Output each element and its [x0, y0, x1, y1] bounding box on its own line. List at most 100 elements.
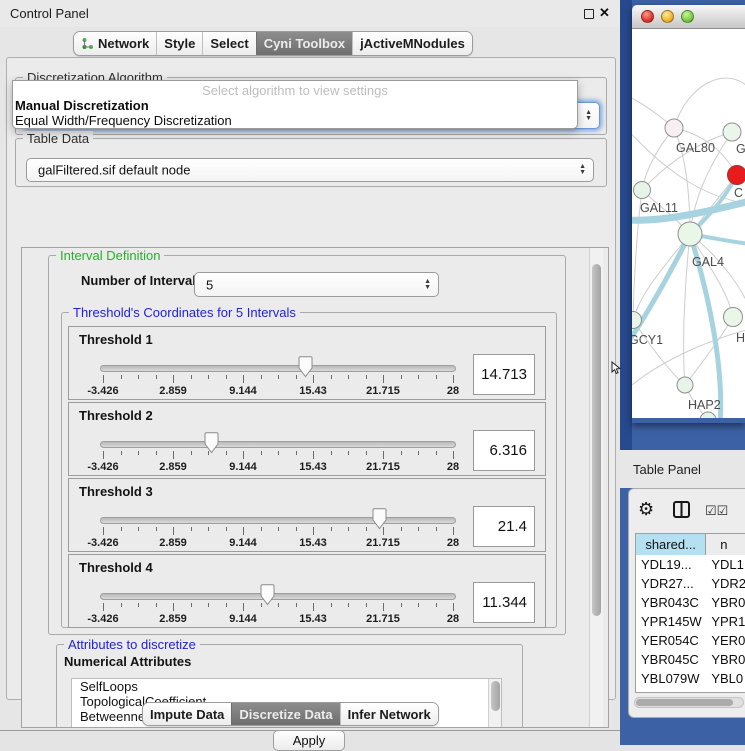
slider-thumb[interactable]	[297, 356, 314, 378]
vscroll-thumb[interactable]	[491, 681, 500, 711]
table-header-row[interactable]: shared... n	[636, 534, 745, 555]
slider-track[interactable]	[100, 441, 456, 448]
network-node-GAL4[interactable]	[678, 222, 702, 246]
tab-network-label: Network	[98, 36, 149, 51]
column-header-shared-name[interactable]: shared...	[636, 534, 706, 555]
slider-thumb[interactable]	[203, 432, 220, 454]
cell-shared-name[interactable]: YBR045C	[636, 650, 706, 669]
cell-shared-name[interactable]: YBL079W	[636, 669, 706, 688]
cell-name[interactable]: YBL0	[706, 669, 745, 688]
threshold-value-field[interactable]: 21.4	[473, 506, 535, 547]
network-node-GAL80[interactable]	[665, 119, 683, 137]
network-node-GA[interactable]	[723, 123, 741, 141]
table-row[interactable]: YBR043CYBR0	[636, 593, 745, 612]
interval-definition-group: Interval Definition Number of Intervals …	[48, 255, 566, 635]
minimize-traffic-icon[interactable]	[661, 10, 674, 23]
apply-button[interactable]: Apply	[273, 730, 345, 751]
cell-shared-name[interactable]: YBR043C	[636, 593, 706, 612]
table-row[interactable]: YBL079WYBL0	[636, 669, 745, 688]
vscroll-thumb[interactable]	[592, 264, 601, 616]
bottom-tabstrip: Impute Data Discretize Data Infer Networ…	[142, 702, 439, 726]
slider-thumb[interactable]	[371, 508, 388, 530]
number-of-intervals-value: 5	[206, 277, 213, 292]
tab-jactivemnodules[interactable]: jActiveMNodules	[352, 32, 472, 55]
popup-option-equal-width-frequency[interactable]: Equal Width/Frequency Discretization	[13, 113, 577, 128]
table-row[interactable]: YDR27...YDR2	[636, 574, 745, 593]
select-all-columns-icon[interactable]: ☑☑	[705, 503, 728, 519]
slider-ticks	[103, 375, 453, 383]
cell-shared-name[interactable]: YPR145W	[636, 612, 706, 631]
cell-name[interactable]: YDR2	[706, 574, 745, 593]
control-panel-titlebar[interactable]: Control Panel ✕	[0, 0, 620, 27]
network-node-label: GAL11	[640, 201, 678, 215]
cell-name[interactable]: YBR0	[706, 593, 745, 612]
tab-select[interactable]: Select	[202, 32, 255, 55]
network-node-H[interactable]	[724, 308, 743, 327]
table-row[interactable]: YLR345WYLR3	[636, 688, 745, 693]
table-body[interactable]: YDL19...YDL1YDR27...YDR2YBR043CYBR0YPR14…	[636, 555, 745, 693]
cell-shared-name[interactable]: YDR27...	[636, 574, 706, 593]
hscroll-thumb[interactable]	[636, 699, 733, 706]
cell-name[interactable]: YBR0	[706, 650, 745, 669]
threshold-value-field[interactable]: 11.344	[473, 582, 535, 623]
threshold-value-field[interactable]: 14.713	[473, 354, 535, 395]
table-data-combo[interactable]: galFiltered.sif default node ▲▼	[26, 158, 594, 182]
tab-infer-network[interactable]: Infer Network	[340, 703, 438, 725]
threshold-row-4: Threshold 4-3.4262.8599.14415.4321.71528…	[68, 554, 546, 628]
interval-definition-group-label: Interval Definition	[56, 248, 164, 263]
slider-track[interactable]	[100, 365, 456, 372]
cell-shared-name[interactable]: YER054C	[636, 631, 706, 650]
slider-track[interactable]	[100, 593, 456, 600]
network-view-window[interactable]: GAL80GACGAL11GAL4GCY1HHAP2	[632, 5, 745, 423]
table-data-combo-value: galFiltered.sif default node	[38, 163, 190, 178]
column-header-name[interactable]: n	[706, 534, 745, 555]
float-window-icon[interactable]	[584, 9, 594, 19]
table-toolbar: ⚙ ☑☑	[629, 499, 745, 525]
network-canvas[interactable]: GAL80GACGAL11GAL4GCY1HHAP2	[632, 29, 745, 418]
cyni-toolbox-panel: Discretization Algorithm ▲▼ Table Data g…	[6, 57, 616, 700]
slider-tick-labels: -3.4262.8599.14415.4321.71528	[103, 613, 453, 625]
tab-select-label: Select	[210, 36, 248, 51]
table-panel-header: Table Panel	[620, 450, 745, 488]
slider-thumb[interactable]	[259, 584, 276, 606]
close-traffic-icon[interactable]	[641, 10, 654, 23]
number-of-intervals-combo[interactable]: 5 ▲▼	[194, 272, 439, 297]
network-node-HAP2[interactable]	[677, 377, 693, 393]
cell-name[interactable]: YLR3	[706, 688, 745, 693]
tab-discretize-data[interactable]: Discretize Data	[231, 703, 339, 725]
cell-shared-name[interactable]: YDL19...	[636, 555, 706, 574]
attribute-item[interactable]: SelfLoops	[72, 679, 501, 694]
table-row[interactable]: YBR045CYBR0	[636, 650, 745, 669]
gear-icon[interactable]: ⚙	[638, 499, 654, 520]
network-node-C[interactable]	[728, 166, 745, 185]
zoom-traffic-icon[interactable]	[681, 10, 694, 23]
popup-option-manual-discretization[interactable]: Manual Discretization	[13, 98, 577, 113]
cell-shared-name[interactable]: YLR345W	[636, 688, 706, 693]
tab-style[interactable]: Style	[156, 32, 202, 55]
settings-scrollbar[interactable]	[589, 248, 603, 728]
slider-track[interactable]	[100, 517, 456, 524]
attributes-group-label: Attributes to discretize	[64, 637, 200, 652]
table-row[interactable]: YPR145WYPR1	[636, 612, 745, 631]
cell-name[interactable]: YER0	[706, 631, 745, 650]
cell-name[interactable]: YDL1	[706, 555, 745, 574]
tab-impute-data[interactable]: Impute Data	[143, 703, 231, 725]
network-node-label: H	[736, 331, 745, 345]
threshold-coordinates-group-label: Threshold's Coordinates for 5 Intervals	[69, 305, 300, 320]
control-panel-window: Control Panel ✕ Network Style Select Cyn…	[0, 0, 620, 731]
columns-icon[interactable]	[673, 501, 690, 523]
close-icon[interactable]: ✕	[599, 5, 610, 21]
attributes-list-scrollbar[interactable]	[488, 679, 501, 728]
tab-network[interactable]: Network	[74, 32, 156, 55]
numerical-attributes-label: Numerical Attributes	[64, 654, 191, 669]
combo-stepper-icon: ▲▼	[579, 164, 586, 176]
threshold-value-field[interactable]: 6.316	[473, 430, 535, 471]
node-table[interactable]: shared... n YDL19...YDL1YDR27...YDR2YBR0…	[635, 533, 745, 693]
table-horizontal-scrollbar[interactable]	[634, 697, 744, 708]
table-row[interactable]: YDL19...YDL1	[636, 555, 745, 574]
table-row[interactable]: YER054CYER0	[636, 631, 745, 650]
network-window-titlebar[interactable]	[632, 5, 745, 29]
tab-cyni-toolbox[interactable]: Cyni Toolbox	[256, 32, 352, 55]
cell-name[interactable]: YPR1	[706, 612, 745, 631]
network-node-GAL11[interactable]	[634, 182, 651, 199]
